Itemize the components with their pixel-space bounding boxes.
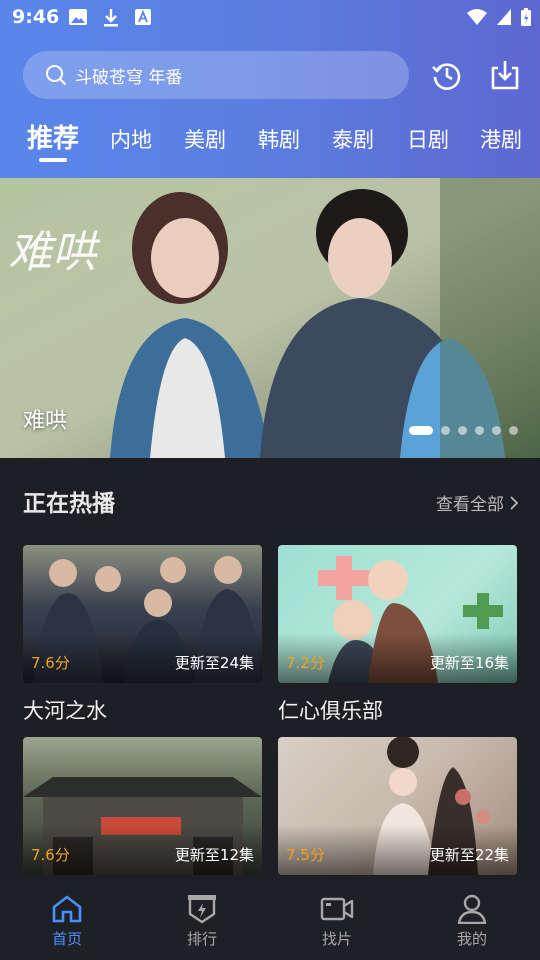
- banner-title: 难哄: [23, 409, 68, 434]
- person-icon: [457, 894, 487, 924]
- rating: 7.6分: [31, 654, 70, 672]
- carousel-dot: [458, 426, 467, 435]
- tab-korean-drama[interactable]: 韩剧: [258, 124, 300, 154]
- nav-label: 我的: [456, 930, 487, 948]
- carousel-dot: [492, 426, 501, 435]
- banner-logo-art: 难哄: [8, 227, 96, 278]
- font-notification-icon: [135, 9, 151, 25]
- download-icon[interactable]: [488, 58, 522, 92]
- episode-status: 更新至12集: [174, 846, 254, 864]
- tab-thai-drama[interactable]: 泰剧: [332, 124, 374, 154]
- search-placeholder: 斗破苍穹 年番: [75, 67, 183, 88]
- section-title-hot: 正在热播: [23, 491, 115, 517]
- carousel-dots: [409, 426, 518, 435]
- category-tabs: 推荐 内地 美剧 韩剧 泰剧 日剧 港剧: [0, 118, 540, 164]
- drama-card[interactable]: 7.2分 更新至16集: [278, 545, 517, 683]
- carousel-dot: [509, 426, 518, 435]
- tab-mainland[interactable]: 内地: [110, 124, 152, 154]
- search-icon: [46, 65, 67, 86]
- drama-card[interactable]: 7.6分 更新至12集: [23, 737, 262, 875]
- nav-profile[interactable]: 我的: [432, 894, 512, 949]
- rating: 7.5分: [286, 846, 325, 864]
- nav-ranking[interactable]: 排行: [162, 894, 242, 949]
- tab-hk-drama[interactable]: 港剧: [480, 124, 522, 154]
- chevron-right-icon: [510, 495, 518, 510]
- tab-us-drama[interactable]: 美剧: [184, 124, 226, 154]
- nav-label: 排行: [186, 930, 217, 948]
- image-notification-icon: [69, 9, 87, 25]
- rating: 7.6分: [31, 846, 70, 864]
- nav-home[interactable]: 首页: [27, 894, 107, 949]
- download-notification-icon: [104, 9, 118, 27]
- signal-icon: [497, 9, 511, 25]
- wifi-icon: [467, 9, 487, 25]
- see-all-label: 查看全部: [436, 495, 504, 515]
- header: 9:46 斗破苍穹 年番 推荐 内地 美剧 韩剧 泰剧 日剧 港剧: [0, 0, 540, 178]
- home-icon: [52, 895, 82, 923]
- nav-find-movies[interactable]: 找片: [297, 894, 377, 949]
- tab-japanese-drama[interactable]: 日剧: [407, 124, 449, 154]
- tab-recommend[interactable]: 推荐: [27, 118, 79, 155]
- nav-label: 找片: [321, 930, 352, 948]
- see-all-link[interactable]: 查看全部: [436, 490, 518, 515]
- nav-label: 首页: [51, 930, 82, 948]
- carousel-dot: [409, 426, 433, 435]
- status-time: 9:46: [12, 6, 60, 28]
- ranking-icon: [188, 895, 216, 924]
- episode-status: 更新至24集: [174, 654, 254, 672]
- search-bar[interactable]: 斗破苍穹 年番: [23, 51, 409, 99]
- carousel-dot: [475, 426, 484, 435]
- carousel-dot: [441, 426, 450, 435]
- episode-status: 更新至16集: [429, 654, 509, 672]
- drama-title[interactable]: 大河之水: [23, 695, 107, 725]
- drama-title[interactable]: 仁心俱乐部: [278, 695, 383, 725]
- tab-indicator: [39, 158, 67, 162]
- status-bar: 9:46: [0, 0, 540, 36]
- bottom-navigation: 首页 排行 找片 我的: [0, 880, 540, 960]
- featured-banner[interactable]: 难哄 难哄: [0, 178, 540, 458]
- status-icons: [466, 7, 532, 27]
- history-icon[interactable]: [430, 58, 464, 92]
- rating: 7.2分: [286, 654, 325, 672]
- video-camera-icon: [320, 897, 354, 921]
- episode-status: 更新至22集: [429, 846, 509, 864]
- drama-card[interactable]: 7.6分 更新至24集: [23, 545, 262, 683]
- drama-card[interactable]: 7.5分 更新至22集: [278, 737, 517, 875]
- battery-icon: [521, 8, 531, 26]
